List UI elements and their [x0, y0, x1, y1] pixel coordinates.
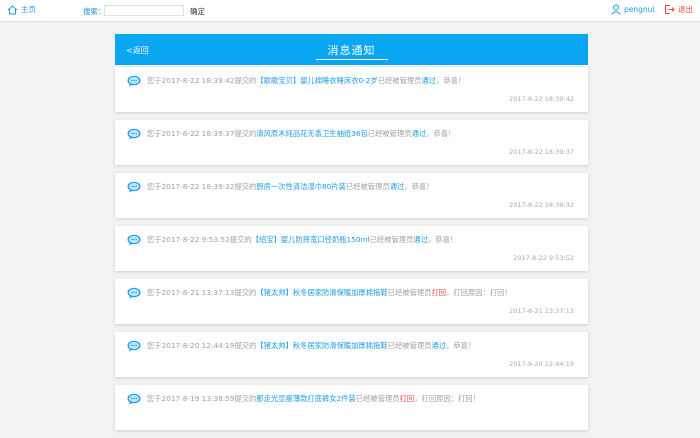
product-link[interactable]: 【歌歌宝贝】婴儿棉睡衣睡床衣0-2岁	[256, 76, 377, 85]
search-button[interactable]: 确定	[190, 6, 205, 17]
message-middle: 已经被管理员	[355, 394, 400, 403]
product-link[interactable]: 【绍宝】婴儿防摔宽口径奶瓶150ml	[252, 235, 370, 244]
message-timestamp: 2017-8-20 12:44:19	[509, 360, 574, 368]
message-prefix: 您于2017-8-22 18:39:42提交的	[147, 76, 257, 85]
message-text: 您于2017-8-22 18:39:37提交的清风原木纯品花无香卫生抽纸36包已…	[147, 129, 455, 139]
message-middle: 已经被管理员	[387, 288, 432, 297]
message-card: 您于2017-8-22 18:39:32提交的厨房一次性清洁湿巾80片装已经被管…	[115, 173, 588, 218]
message-middle: 已经被管理员	[377, 76, 422, 85]
message-bubble-icon	[127, 287, 141, 299]
page-title: 消息通知	[115, 42, 588, 60]
message-bubble-icon	[127, 128, 141, 140]
message-middle: 已经被管理员	[345, 182, 390, 191]
home-link[interactable]: 主页	[7, 4, 36, 15]
message-suffix: ，打回原因：打回！	[414, 394, 480, 403]
search-label: 搜索：	[83, 7, 106, 16]
message-text: 您于2017-8-22 9:53:52提交的【绍宝】婴儿防摔宽口径奶瓶150ml…	[147, 235, 457, 245]
status-text: 通过	[421, 76, 437, 85]
search-input[interactable]	[104, 5, 184, 16]
home-label: 主页	[21, 5, 36, 14]
message-middle: 已经被管理员	[387, 341, 432, 350]
message-list: 您于2017-8-22 18:39:42提交的【歌歌宝贝】婴儿棉睡衣睡床衣0-2…	[115, 67, 588, 438]
message-prefix: 您于2017-8-19 13:38:59提交的	[147, 394, 257, 403]
message-text: 您于2017-8-20 12:44:19提交的【猪太帅】秋冬居家防滑保暖加厚棉拖…	[147, 341, 475, 351]
message-card: 您于2017-8-22 18:39:37提交的清风原木纯品花无香卫生抽纸36包已…	[115, 120, 588, 165]
user-profile-link[interactable]: pengnui	[611, 4, 654, 15]
top-bar: 主页 搜索： 确定 pengnui 退出	[0, 0, 700, 22]
message-prefix: 您于2017-8-22 9:53:52提交的	[147, 235, 252, 244]
logout-icon	[665, 5, 675, 14]
message-bubble-icon	[127, 234, 141, 246]
status-text: 通过	[413, 235, 428, 244]
message-middle: 已经被管理员	[369, 235, 414, 244]
message-card: 您于2017-8-19 13:38:59提交的那走光显瘦薄款打底裤女2件装已经被…	[115, 385, 588, 430]
message-card: 您于2017-8-21 13:37:13提交的【猪太帅】秋冬居家防滑保暖加厚棉拖…	[115, 279, 588, 324]
message-timestamp: 2017-8-22 18:39:37	[509, 148, 574, 156]
message-card: 您于2017-8-22 9:53:52提交的【绍宝】婴儿防摔宽口径奶瓶150ml…	[115, 226, 588, 271]
message-prefix: 您于2017-8-22 18:39:32提交的	[147, 182, 257, 191]
message-text: 您于2017-8-22 18:39:32提交的厨房一次性清洁湿巾80片装已经被管…	[147, 182, 433, 192]
message-suffix: ，恭喜！	[436, 76, 466, 85]
message-timestamp: 2017-8-21 13:37:13	[509, 307, 574, 315]
message-text: 您于2017-8-22 18:39:42提交的【歌歌宝贝】婴儿棉睡衣睡床衣0-2…	[147, 76, 465, 86]
page-title-text: 消息通知	[315, 42, 388, 60]
logout-label: 退出	[678, 5, 693, 14]
message-middle: 已经被管理员	[367, 129, 412, 138]
product-link[interactable]: 厨房一次性清洁湿巾80片装	[256, 182, 346, 191]
message-prefix: 您于2017-8-22 18:39:37提交的	[147, 129, 257, 138]
message-prefix: 您于2017-8-21 13:37:13提交的	[147, 288, 257, 297]
username: pengnui	[624, 5, 655, 14]
product-link[interactable]: 清风原木纯品花无香卫生抽纸36包	[256, 129, 367, 138]
message-card: 您于2017-8-20 12:44:19提交的【猪太帅】秋冬居家防滑保暖加厚棉拖…	[115, 332, 588, 377]
message-text: 您于2017-8-21 13:37:13提交的【猪太帅】秋冬居家防滑保暖加厚棉拖…	[147, 288, 512, 298]
status-text: 通过	[389, 182, 405, 191]
product-link[interactable]: 【猪太帅】秋冬居家防滑保暖加厚棉拖鞋	[256, 341, 387, 350]
message-card: 您于2017-8-22 18:39:42提交的【歌歌宝贝】婴儿棉睡衣睡床衣0-2…	[115, 67, 588, 112]
message-suffix: ，恭喜！	[404, 182, 434, 191]
page-header: <返回 消息通知	[115, 34, 588, 65]
message-suffix: ，恭喜！	[446, 341, 476, 350]
home-icon	[7, 4, 18, 14]
product-link[interactable]: 【猪太帅】秋冬居家防滑保暖加厚棉拖鞋	[256, 288, 387, 297]
product-link[interactable]: 那走光显瘦薄款打底裤女2件装	[256, 394, 356, 403]
message-timestamp: 2017-8-22 18:39:42	[509, 95, 574, 103]
user-icon	[611, 4, 621, 15]
logout-link[interactable]: 退出	[664, 4, 693, 15]
message-bubble-icon	[127, 340, 141, 352]
message-suffix: ，打回原因：打回！	[446, 288, 512, 297]
message-bubble-icon	[127, 75, 141, 87]
message-prefix: 您于2017-8-20 12:44:19提交的	[147, 341, 257, 350]
message-text: 您于2017-8-19 13:38:59提交的那走光显瘦薄款打底裤女2件装已经被…	[147, 394, 480, 404]
message-bubble-icon	[127, 181, 141, 193]
message-timestamp: 2017-8-22 9:53:52	[513, 254, 574, 262]
status-text: 打回	[431, 288, 447, 297]
status-text: 通过	[431, 341, 447, 350]
status-text: 打回	[399, 394, 415, 403]
status-text: 通过	[411, 129, 427, 138]
message-suffix: ，恭喜！	[426, 129, 456, 138]
message-bubble-icon	[127, 393, 141, 405]
message-suffix: ，恭喜！	[428, 235, 458, 244]
message-timestamp: 2017-8-22 18:39:32	[509, 201, 574, 209]
